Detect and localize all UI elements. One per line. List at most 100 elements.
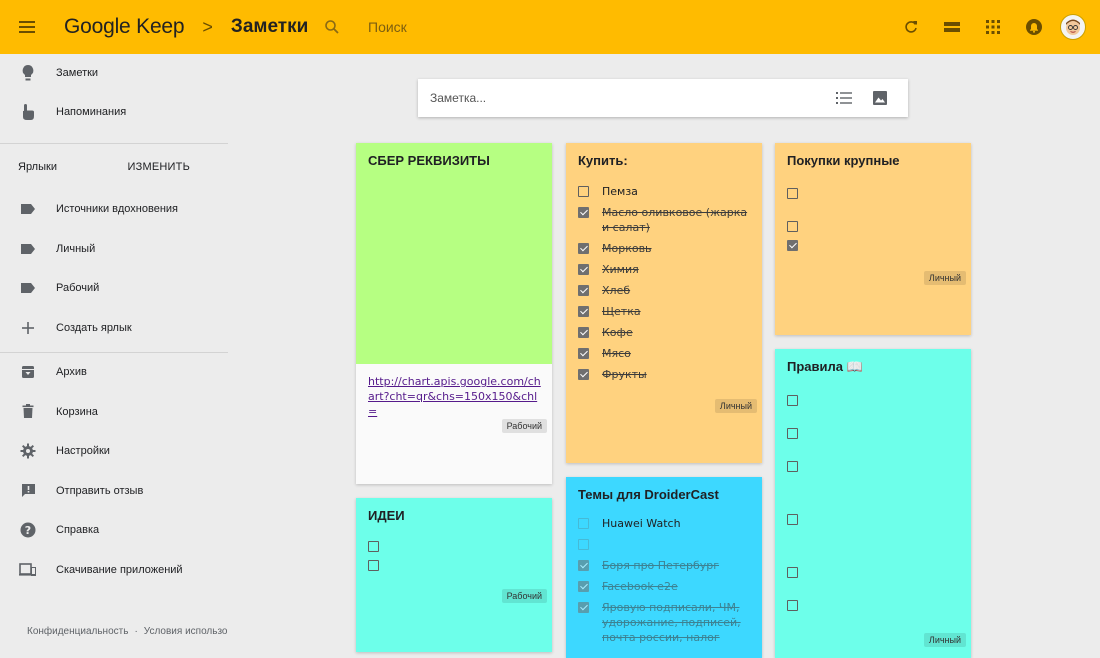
checklist-item: Яровую подписали, ЧМ, удорожание, подпис… [566,600,762,645]
checkbox[interactable] [787,221,798,232]
checkbox[interactable] [578,369,589,380]
notifications-button[interactable] [1014,7,1054,47]
checkbox[interactable] [787,428,798,439]
checkbox[interactable] [578,186,589,197]
sidebar-item-trash[interactable]: Корзина [0,392,228,432]
item-text[interactable]: Щетка [602,304,641,319]
item-text[interactable]: Мясо [602,346,631,361]
checklist-icon [836,92,852,104]
checkbox[interactable] [578,539,589,550]
checklist-item: Боря про Петербург [566,558,762,573]
label-icon [0,282,56,294]
sidebar-item-notes[interactable]: Заметки [0,54,228,92]
search-input[interactable] [368,19,768,35]
apps-button[interactable] [973,7,1013,47]
note-link[interactable]: http://chart.apis.google.com/chart?cht=q… [356,364,552,419]
item-text[interactable]: Кофе [602,325,633,340]
refresh-button[interactable] [891,7,931,47]
checklist-item [775,219,971,232]
sidebar-item-label: Скачивание приложений [56,563,183,576]
sidebar-item-help[interactable]: ? Справка [0,511,228,551]
label-chip[interactable]: Рабочий [501,589,547,603]
note-title: Темы для DroiderCast [578,487,719,502]
checkbox[interactable] [787,600,798,611]
account-avatar[interactable] [1060,14,1086,40]
checkbox[interactable] [368,541,379,552]
item-text[interactable]: Huawei Watch [602,516,681,531]
checkbox[interactable] [578,207,589,218]
main-menu-button[interactable] [0,0,54,54]
checkbox[interactable] [368,560,379,571]
item-text[interactable]: Боря про Петербург [602,558,719,573]
checkbox[interactable] [787,188,798,199]
checklist: Huawei Watch Боря про Петербург Facebook… [566,516,762,645]
app-brand[interactable]: Google Keep [64,15,185,39]
note-shopping-list[interactable]: Купить: Пемза Масло оливковое (жарка и с… [566,143,762,463]
label-chip[interactable]: Личный [923,271,966,285]
avatar-face-icon [1066,19,1080,35]
sidebar-item-feedback[interactable]: Отправить отзыв [0,471,228,511]
checkbox[interactable] [787,461,798,472]
checklist-item [775,512,971,525]
pointer-hand-icon [0,103,56,121]
checklist-item: Щетка [566,304,762,319]
note-big-purchases[interactable]: Покупки крупные Личный [775,143,971,335]
checkbox[interactable] [578,306,589,317]
checkbox[interactable] [787,240,798,251]
take-note-input[interactable] [430,91,790,105]
privacy-link[interactable]: Конфиденциальность [27,626,128,637]
edit-labels-button[interactable]: ИЗМЕНИТЬ [128,161,190,173]
checkbox[interactable] [578,243,589,254]
sidebar-item-create-label[interactable]: Создать ярлык [0,308,228,348]
take-note-bar[interactable] [418,79,908,117]
item-text[interactable]: Морковь [602,241,652,256]
sidebar-item-personal[interactable]: Личный [0,229,228,269]
checkbox[interactable] [578,348,589,359]
item-text[interactable]: Масло оливковое (жарка и салат) [602,205,752,235]
item-text[interactable]: Яровую подписали, ЧМ, удорожание, подпис… [602,600,752,645]
checkbox[interactable] [578,581,589,592]
labels-heading: Ярлыки [18,160,57,173]
item-text[interactable]: Пемза [602,184,638,199]
checkbox[interactable] [578,518,589,529]
search-icon[interactable] [312,8,352,46]
sidebar-item-download-apps[interactable]: Скачивание приложений [0,550,228,590]
checkbox[interactable] [578,327,589,338]
sidebar-item-work[interactable]: Рабочий [0,269,228,309]
checklist-item: Химия [566,262,762,277]
new-list-button[interactable] [826,80,862,116]
sidebar-item-archive[interactable]: Архив [0,353,228,393]
label-chip[interactable]: Личный [714,399,757,413]
checkbox[interactable] [578,560,589,571]
devices-icon [0,562,56,577]
sidebar-item-reminders[interactable]: Напоминания [0,92,228,132]
note-sber-requisites[interactable]: СБЕР РЕКВИЗИТЫ http://chart.apis.google.… [356,143,552,484]
checkbox[interactable] [578,264,589,275]
note-rules[interactable]: Правила 📖 Личный [775,349,971,658]
checkbox[interactable] [787,567,798,578]
item-text[interactable]: Facebook e2e [602,579,678,594]
note-title: Покупки крупные [787,153,900,168]
terms-link[interactable]: Условия использования [144,626,227,637]
label-chip[interactable]: Личный [923,633,966,647]
item-text[interactable]: Химия [602,262,639,277]
new-image-note-button[interactable] [862,80,898,116]
checklist-item: Пемза [566,184,762,199]
refresh-icon [905,21,917,33]
label-chip[interactable]: Рабочий [501,419,547,433]
sidebar-footer: Конфиденциальность · Условия использования [27,626,227,637]
note-ideas[interactable]: ИДЕИ Рабочий [356,498,552,652]
checkbox[interactable] [787,514,798,525]
footer-dot: · [134,626,138,637]
item-text[interactable]: Хлеб [602,283,630,298]
note-droidercast-topics[interactable]: Темы для DroiderCast Huawei Watch Боря п… [566,477,762,658]
checkbox[interactable] [787,395,798,406]
checkbox[interactable] [578,602,589,613]
checkbox[interactable] [578,285,589,296]
item-text[interactable]: Фрукты [602,367,647,382]
sidebar-item-inspiration[interactable]: Источники вдохновения [0,190,228,230]
checklist-item [775,426,971,439]
sidebar-item-settings[interactable]: Настройки [0,432,228,472]
sidebar-item-label: Отправить отзыв [56,484,144,497]
list-view-button[interactable] [932,7,972,47]
